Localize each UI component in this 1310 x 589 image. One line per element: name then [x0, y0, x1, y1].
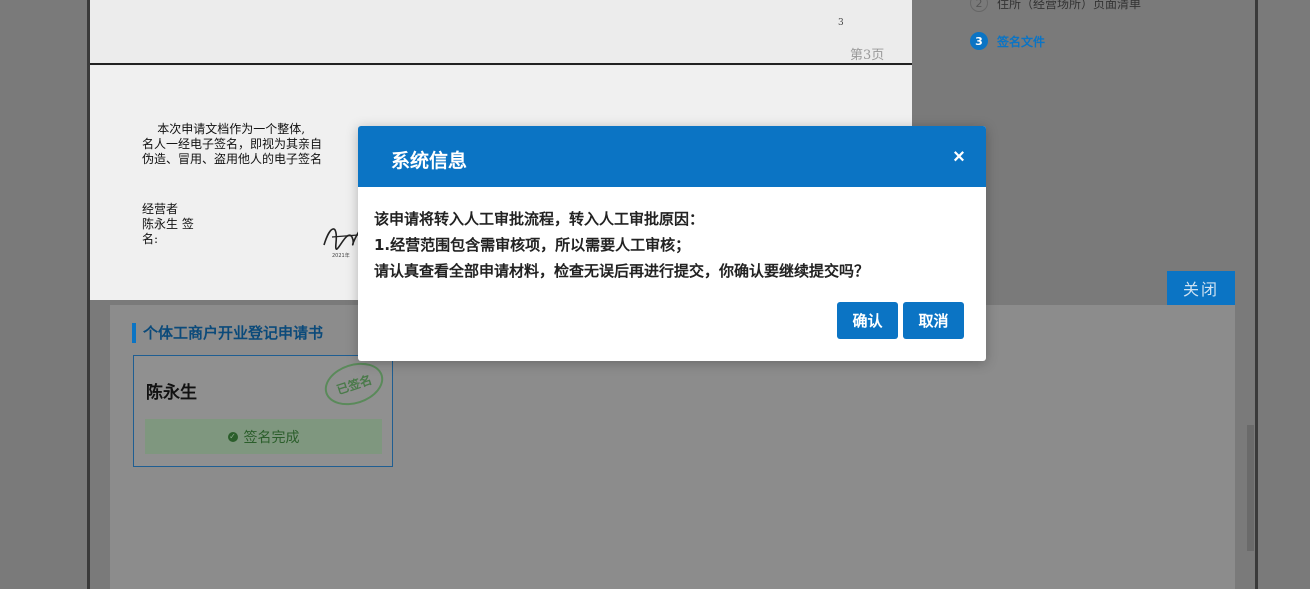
- signed-stamp: 已签名: [319, 355, 389, 413]
- statement-line: 名人一经电子签名，即视为其亲自: [142, 137, 323, 151]
- step-item-active[interactable]: 3 签名文件: [970, 32, 1045, 50]
- step-list: 2 住所（经营场所）页面清单 3 签名文件: [970, 0, 1250, 60]
- message-line: 该申请将转入人工审批流程，转入人工审批原因：: [374, 210, 705, 228]
- step-number: 3: [970, 32, 988, 50]
- signature-date: 2021年: [332, 253, 350, 259]
- step-item[interactable]: 2 住所（经营场所）页面清单: [970, 0, 1141, 12]
- page-number-small: 3: [838, 18, 844, 28]
- statement-line: 本次申请文档作为一个整体,: [142, 122, 306, 136]
- page-divider: [90, 63, 912, 65]
- signer-name: 陈永生: [146, 383, 197, 403]
- operator-line: 陈永生 签: [142, 217, 194, 231]
- previous-page-bottom: [90, 0, 912, 66]
- operator-line: 经营者: [142, 202, 179, 216]
- statement-line: 伪造、冒用、盗用他人的电子签名: [142, 152, 323, 166]
- dialog-header: 系统信息 ×: [358, 126, 986, 187]
- step-label: 住所（经营场所）页面清单: [997, 0, 1142, 11]
- signer-card[interactable]: 陈永生 已签名 ✓ 签名完成: [133, 355, 393, 467]
- check-circle-icon: ✓: [227, 431, 238, 442]
- panel-title-text: 个体工商户开业登记申请书: [143, 324, 324, 342]
- message-line: 1.经营范围包含需审核项，所以需要人工审核；: [374, 236, 691, 254]
- close-icon[interactable]: ×: [948, 146, 970, 168]
- panel-title: 个体工商户开业登记申请书: [132, 322, 323, 343]
- title-accent-bar: [132, 322, 136, 343]
- scrollbar[interactable]: [1247, 425, 1254, 551]
- message-line: 请认真查看全部申请材料，检查无误后再进行提交，你确认要继续提交吗？: [374, 262, 870, 280]
- dialog-title: 系统信息: [391, 150, 468, 172]
- statement-paragraph: 本次申请文档作为一个整体, 名人一经电子签名，即视为其亲自 伪造、冒用、盗用他人的电…: [142, 122, 382, 167]
- sign-status: ✓ 签名完成: [145, 419, 382, 454]
- confirm-button[interactable]: 确认: [837, 302, 898, 339]
- step-number: 2: [970, 0, 988, 12]
- page-label: 第3页: [850, 48, 885, 63]
- window-frame-right: [1255, 0, 1258, 589]
- close-button[interactable]: 关闭: [1167, 271, 1235, 305]
- system-message-dialog: 系统信息 × 该申请将转入人工审批流程，转入人工审批原因： 1.经营范围包含需审…: [358, 126, 986, 361]
- step-label: 签名文件: [997, 34, 1046, 49]
- operator-signature-label: 经营者 陈永生 签名:: [142, 202, 194, 247]
- operator-line: 名:: [142, 232, 159, 246]
- dialog-message: 该申请将转入人工审批流程，转入人工审批原因： 1.经营范围包含需审核项，所以需要…: [374, 206, 974, 284]
- sign-status-text: 签名完成: [243, 429, 300, 446]
- cancel-button[interactable]: 取消: [903, 302, 964, 339]
